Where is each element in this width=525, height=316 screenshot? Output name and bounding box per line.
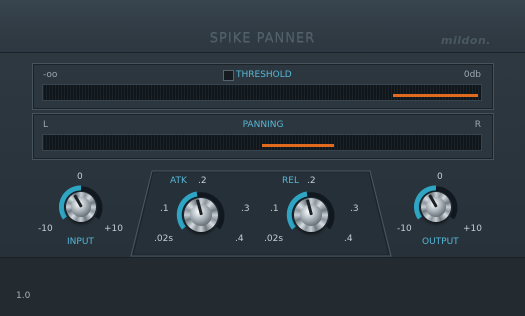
brand-logo: mildon. bbox=[441, 34, 491, 47]
attack-tick-0: .02s bbox=[154, 234, 174, 244]
attack-tick-4: .4 bbox=[235, 234, 244, 244]
threshold-level-bar bbox=[393, 94, 478, 97]
input-tick-max: +10 bbox=[104, 224, 123, 234]
header: SPIKE PANNER mildon. bbox=[0, 0, 525, 53]
panning-panel: L PANNING R bbox=[32, 113, 494, 160]
release-tick-0: .02s bbox=[264, 234, 284, 244]
output-tick-min: -10 bbox=[397, 224, 412, 234]
attack-knob[interactable] bbox=[176, 190, 226, 240]
threshold-min-label: -oo bbox=[43, 70, 58, 80]
release-tick-4: .4 bbox=[344, 234, 353, 244]
plugin-window: SPIKE PANNER mildon. -oo THRESHOLD 0db L… bbox=[0, 0, 525, 316]
release-tick-2: .2 bbox=[307, 176, 316, 186]
release-tick-3: .3 bbox=[350, 204, 359, 214]
release-tick-1: .1 bbox=[270, 204, 279, 214]
threshold-checkbox[interactable] bbox=[223, 70, 234, 81]
panning-meter bbox=[42, 134, 482, 151]
input-tick-mid: 0 bbox=[77, 172, 83, 182]
threshold-panel: -oo THRESHOLD 0db bbox=[32, 63, 494, 110]
threshold-label: THRESHOLD bbox=[236, 70, 292, 80]
threshold-meter[interactable] bbox=[42, 84, 482, 101]
panning-right-label: R bbox=[474, 120, 481, 130]
threshold-max-label: 0db bbox=[463, 70, 481, 80]
panning-label: PANNING bbox=[242, 120, 284, 130]
output-knob[interactable] bbox=[411, 182, 461, 232]
input-tick-min: -10 bbox=[38, 224, 53, 234]
input-label: INPUT bbox=[67, 237, 94, 247]
attack-label: ATK bbox=[170, 176, 187, 186]
panning-position-bar bbox=[262, 144, 334, 147]
attack-tick-1: .1 bbox=[160, 204, 169, 214]
release-label: REL bbox=[282, 176, 299, 186]
attack-tick-2: .2 bbox=[198, 176, 207, 186]
output-tick-mid: 0 bbox=[437, 172, 443, 182]
input-knob[interactable] bbox=[56, 182, 106, 232]
footer-bar bbox=[0, 257, 525, 316]
attack-tick-3: .3 bbox=[241, 204, 250, 214]
output-label: OUTPUT bbox=[422, 237, 459, 247]
version-label: 1.0 bbox=[16, 291, 31, 301]
output-tick-max: +10 bbox=[463, 224, 482, 234]
release-knob[interactable] bbox=[286, 190, 336, 240]
